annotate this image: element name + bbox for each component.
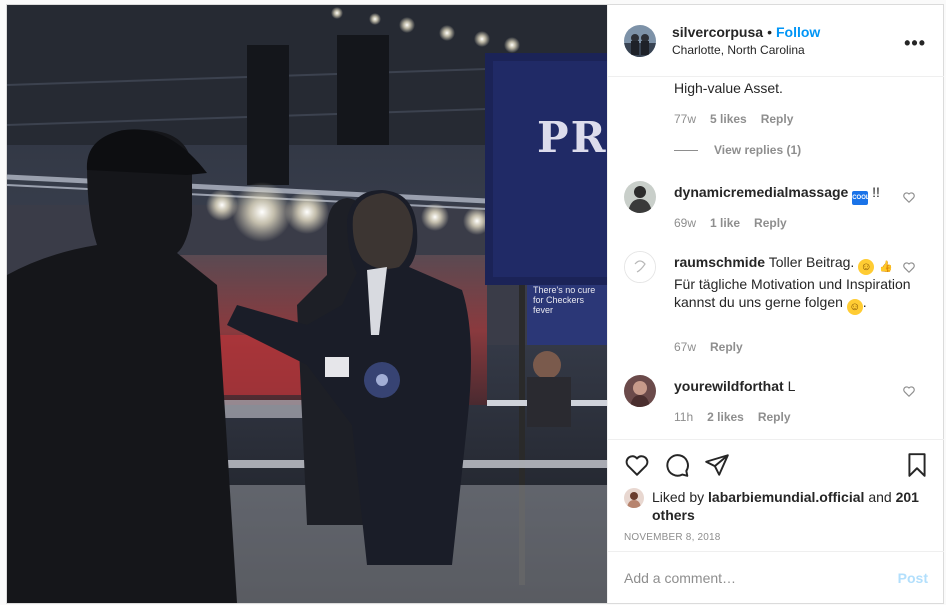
- post-modal: PR There's no cure for Checkers fever si…: [6, 4, 944, 604]
- comment-text: raumschmide Toller Beitrag. ☺ 👍 Für tägl…: [674, 253, 914, 315]
- comment-body-a: Toller Beitrag.: [768, 254, 855, 270]
- comment-likes[interactable]: 1 like: [710, 216, 740, 230]
- comment-text: dynamicremedialmassage COOL !!: [674, 183, 914, 205]
- comment-time[interactable]: 11h: [674, 410, 693, 424]
- separator-dot: •: [767, 24, 772, 40]
- commenter-username[interactable]: raumschmide: [674, 254, 765, 270]
- author-username[interactable]: silvercorpusa: [672, 24, 763, 40]
- author-avatar[interactable]: [624, 24, 656, 57]
- view-replies-button[interactable]: View replies (1): [674, 143, 801, 157]
- photo-sign-text: PR: [537, 113, 607, 162]
- commenter-avatar[interactable]: [624, 251, 656, 283]
- comment-meta: 77w 5 likes Reply: [674, 112, 793, 126]
- commenter-avatar[interactable]: [624, 375, 656, 407]
- add-comment-bar: Post: [608, 551, 944, 603]
- bookmark-icon[interactable]: [904, 452, 930, 478]
- liked-by: Liked by labarbiemundial.official and 20…: [624, 488, 922, 524]
- more-options-icon[interactable]: •••: [904, 33, 926, 54]
- commenter-username[interactable]: yourewildforthat: [674, 378, 784, 394]
- thumbs-up-emoji-icon: 👍: [879, 261, 893, 273]
- reply-button[interactable]: Reply: [761, 112, 794, 126]
- comment-input[interactable]: [624, 569, 898, 586]
- liked-by-text: Liked by labarbiemundial.official and 20…: [652, 488, 922, 524]
- reply-button[interactable]: Reply: [758, 410, 791, 424]
- liked-by-and: and: [868, 489, 892, 505]
- reply-button[interactable]: Reply: [710, 340, 743, 354]
- liker-avatar[interactable]: [624, 488, 644, 508]
- comment-icon[interactable]: [664, 452, 690, 478]
- comment-body: L: [787, 378, 796, 394]
- follow-button[interactable]: Follow: [776, 24, 820, 40]
- post-location[interactable]: Charlotte, North Carolina: [672, 43, 820, 57]
- reply-button[interactable]: Reply: [754, 216, 787, 230]
- like-comment-heart-icon[interactable]: [902, 384, 916, 398]
- comment-likes[interactable]: 5 likes: [710, 112, 747, 126]
- comment-time[interactable]: 67w: [674, 340, 696, 354]
- post-header: silvercorpusa • Follow Charlotte, North …: [608, 5, 944, 77]
- comment-meta: 11h 2 likes Reply: [674, 410, 791, 424]
- comment-body: !!: [872, 184, 880, 200]
- photo-scene: [7, 5, 607, 603]
- comment-meta: 67w Reply: [674, 340, 743, 354]
- comment-text: yourewildforthat L: [674, 377, 914, 395]
- post-side-panel: silvercorpusa • Follow Charlotte, North …: [607, 5, 944, 603]
- like-comment-heart-icon[interactable]: [902, 260, 916, 274]
- photo-sign-caption: There's no cure for Checkers fever: [533, 285, 596, 315]
- comment-text: High-value Asset.: [674, 80, 783, 96]
- comment-body-b: Für tägliche Motivation und Inspiration …: [674, 276, 911, 310]
- post-date[interactable]: NOVEMBER 8, 2018: [624, 532, 721, 543]
- comment-body-c: .: [862, 294, 867, 310]
- like-comment-heart-icon[interactable]: [902, 190, 916, 204]
- post-comment-button[interactable]: Post: [898, 570, 928, 586]
- post-photo[interactable]: PR There's no cure for Checkers fever: [7, 5, 607, 603]
- share-icon[interactable]: [704, 452, 730, 478]
- comment-time[interactable]: 77w: [674, 112, 696, 126]
- comment-meta: 69w 1 like Reply: [674, 216, 787, 230]
- view-replies-label: View replies (1): [714, 143, 802, 157]
- comment-time[interactable]: 69w: [674, 216, 696, 230]
- liker-username[interactable]: labarbiemundial.official: [708, 489, 864, 505]
- replies-divider: [674, 149, 698, 151]
- post-actions: Liked by labarbiemundial.official and 20…: [608, 439, 944, 551]
- comments-list[interactable]: High-value Asset. 77w 5 likes Reply View…: [608, 77, 944, 439]
- smile-emoji-icon: ☺: [846, 299, 863, 315]
- commenter-avatar[interactable]: [624, 181, 656, 213]
- commenter-username[interactable]: dynamicremedialmassage: [674, 184, 848, 200]
- liked-by-prefix: Liked by: [652, 489, 705, 505]
- grin-emoji-icon: ☺: [858, 259, 875, 275]
- cool-emoji-icon: COOL: [852, 191, 870, 205]
- author-info: silvercorpusa • Follow Charlotte, North …: [672, 24, 820, 57]
- author-line: silvercorpusa • Follow: [672, 24, 820, 40]
- heart-icon[interactable]: [624, 452, 650, 478]
- comment-likes[interactable]: 2 likes: [707, 410, 744, 424]
